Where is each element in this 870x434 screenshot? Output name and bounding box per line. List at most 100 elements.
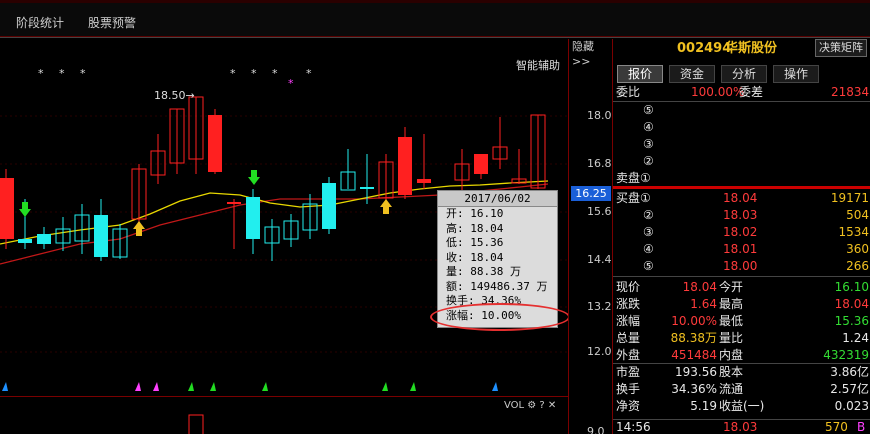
quote-stat-label: 涨跌: [616, 297, 641, 311]
quote-stat-value: 15.36: [834, 314, 869, 328]
tick-time: 14:56: [616, 420, 651, 434]
quote-stat-row: 现价 18.04 今开 16.10: [613, 279, 870, 296]
quote-stat-value: 88.38万: [670, 331, 717, 345]
buy-level-price: 18.00: [723, 259, 758, 273]
quote-stat-row: 总量 88.38万 量比 1.24: [613, 330, 870, 347]
quote-stat-value: 34.36%: [671, 382, 717, 396]
quote-stat-value: 3.86亿: [830, 365, 869, 379]
quote-stat-value: 16.10: [834, 280, 869, 294]
buy-level-4[interactable]: ④ 18.01 360: [613, 241, 870, 258]
menu-stage-stats[interactable]: 阶段统计: [16, 14, 64, 31]
sell-level-4[interactable]: ④: [613, 119, 870, 136]
sell-level-label: ②: [643, 154, 654, 168]
quote-stat-value: 18.04: [682, 280, 717, 294]
weibi-value: 100.00%: [691, 85, 745, 99]
price-tick: 12.0: [587, 345, 612, 358]
stock-name: 华斯股份: [725, 41, 778, 56]
quote-stat-label: 量比: [719, 331, 744, 345]
price-tick: 16.8: [587, 157, 612, 170]
tick-side: B: [857, 420, 866, 434]
star-mark-magenta: *: [288, 77, 294, 90]
tab-quote[interactable]: 报价: [617, 65, 663, 83]
quote-stat-value: 193.56: [675, 365, 717, 379]
weicha-value: 21834: [831, 85, 870, 99]
star-marks-mid: * * *: [230, 67, 284, 80]
tooltip-high: 高: 18.04: [446, 221, 504, 235]
hide-panel-button[interactable]: 隐藏>>: [568, 39, 612, 68]
buy-level-price: 18.01: [723, 242, 758, 256]
quote-stat-label: 总量: [616, 331, 641, 345]
smart-assist-label[interactable]: 智能辅助: [516, 57, 560, 73]
price-tick: 9.0: [587, 425, 605, 434]
buy-level-5[interactable]: ⑤ 18.00 266: [613, 258, 870, 275]
tick-row: 14:56 18.03 570 B: [613, 419, 870, 434]
tooltip-close: 收: 18.04: [446, 250, 504, 264]
buy-level-label: ③: [643, 225, 654, 239]
quote-stat-label: 市盈: [616, 365, 641, 379]
buy-level-volume: 1534: [838, 225, 869, 239]
tooltip-amount: 额: 149486.37 万: [446, 279, 548, 293]
buy-level-2[interactable]: ② 18.03 504: [613, 207, 870, 224]
buy-level-price: 18.03: [723, 208, 758, 222]
buy-level-volume: 504: [846, 208, 869, 222]
tooltip-volume: 量: 88.38 万: [446, 265, 521, 278]
price-tick: 13.2: [587, 300, 612, 313]
current-price-marker: 16.25: [571, 186, 611, 201]
quote-stat-value: 1.24: [842, 331, 869, 345]
quote-stat-label: 现价: [616, 280, 641, 294]
quote-stat-label: 流通: [719, 382, 744, 396]
tooltip-date: 2017/06/02: [438, 191, 557, 207]
sell-level-label: ④: [643, 120, 654, 134]
weibi-row: 委比 100.00% 委差 21834: [613, 84, 870, 101]
quote-stat-label: 最低: [719, 314, 744, 328]
buy-level-1[interactable]: 买盘① 18.04 19171: [613, 190, 870, 207]
quote-stat-value: 5.19: [690, 399, 717, 413]
star-mark-single: *: [306, 67, 312, 80]
buy-level-label: ②: [643, 208, 654, 222]
tab-analysis[interactable]: 分析: [721, 65, 767, 83]
buy-level-volume: 360: [846, 242, 869, 256]
quote-stat-label: 涨幅: [616, 314, 641, 328]
quote-stat-value: 1.64: [690, 297, 717, 311]
quote-stat-row: 净资 5.19 收益(一) 0.023: [613, 398, 870, 415]
price-tick: 15.6: [587, 205, 612, 218]
buy-level-label: 买盘①: [616, 191, 651, 205]
menu-stock-alert[interactable]: 股票预警: [88, 14, 136, 31]
quote-stat-value: 2.57亿: [830, 382, 869, 396]
high-price-annotation: 18.50→: [154, 89, 195, 102]
tab-operation[interactable]: 操作: [773, 65, 819, 83]
buy-level-label: ④: [643, 242, 654, 256]
quote-stat-label: 最高: [719, 297, 744, 311]
buy-level-volume: 19171: [830, 191, 869, 205]
sell-level-1[interactable]: 卖盘①: [613, 170, 870, 187]
price-axis: 18.0 16.8 15.6 14.4 13.2 12.0 9.0 16.25: [568, 39, 612, 434]
sell-level-3[interactable]: ③: [613, 136, 870, 153]
sell-level-2[interactable]: ②: [613, 153, 870, 170]
quote-stat-row: 市盈 193.56 股本 3.86亿: [613, 364, 870, 381]
quote-stat-label: 收益(一): [719, 399, 765, 413]
quote-stat-label: 股本: [719, 365, 744, 379]
price-tick: 18.0: [587, 109, 612, 122]
stock-code: 002494: [677, 41, 732, 56]
quote-stat-value: 18.04: [834, 297, 869, 311]
buy-level-3[interactable]: ③ 18.02 1534: [613, 224, 870, 241]
tick-price: 18.03: [723, 420, 758, 434]
tick-volume: 570: [825, 420, 848, 434]
sell-level-5[interactable]: ⑤: [613, 102, 870, 119]
tab-funds[interactable]: 资金: [669, 65, 715, 83]
quote-stat-value: 0.023: [834, 399, 869, 413]
tooltip-low: 低: 15.36: [446, 236, 504, 249]
bottom-markers: [2, 382, 498, 391]
divider: [613, 276, 870, 277]
weicha-label: 委差: [739, 85, 764, 99]
decision-matrix-button[interactable]: 决策矩阵: [815, 39, 867, 57]
weibi-label: 委比: [616, 85, 641, 99]
quote-stat-row: 涨跌 1.64 最高 18.04: [613, 296, 870, 313]
highlight-ring: [430, 303, 570, 331]
volume-svg: [188, 414, 204, 434]
volume-panel[interactable]: [0, 396, 568, 434]
menu-separator: [0, 36, 870, 37]
volume-tools[interactable]: VOL ⚙ ? ✕: [504, 400, 556, 411]
quote-stat-row: 外盘 451484 内盘 432319: [613, 347, 870, 364]
quote-stat-value: 432319: [823, 348, 869, 362]
